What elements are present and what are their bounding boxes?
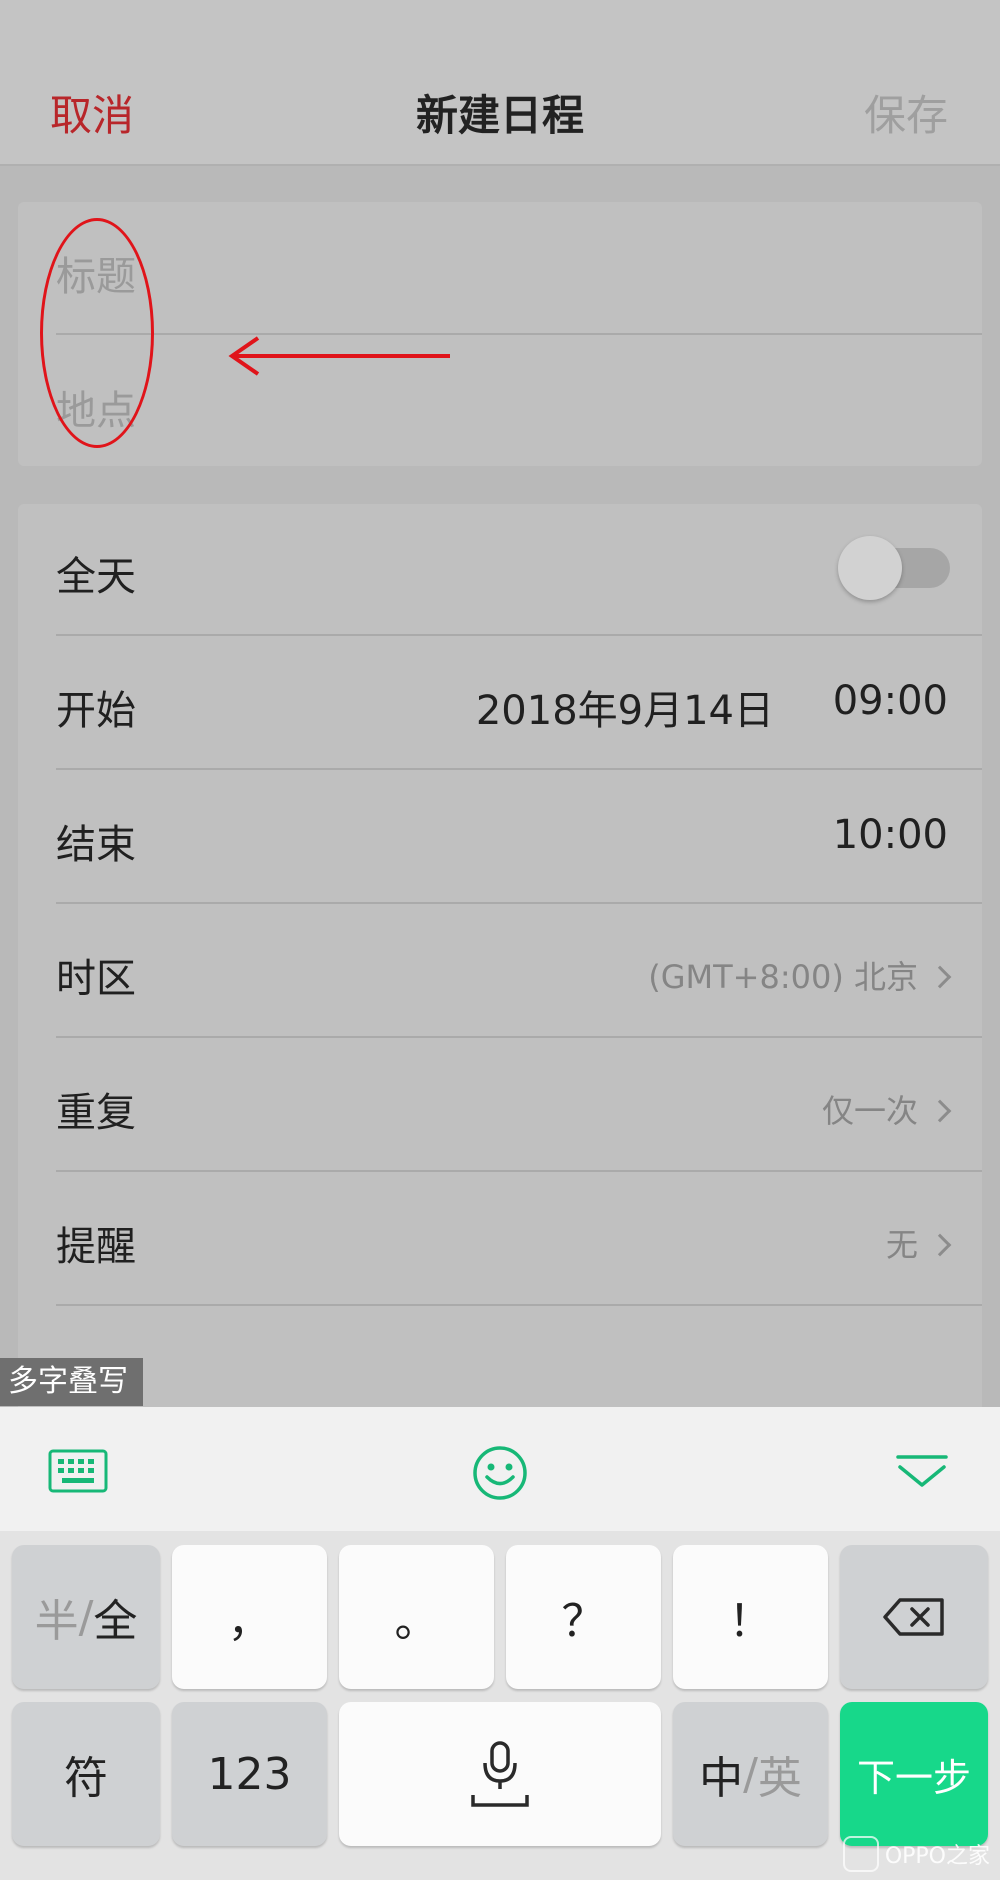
start-time[interactable]: 09:00 [833,678,948,724]
period-key[interactable]: 。 [339,1545,494,1689]
start-label: 开始 [56,688,136,734]
microphone-icon [471,1741,529,1807]
collapse-keyboard-icon[interactable] [894,1453,950,1489]
full-width-glyph: 全 [93,1596,138,1647]
end-time[interactable]: 10:00 [833,812,948,858]
timezone-row[interactable]: (GMT+8:00) 北京 [648,952,952,998]
start-date[interactable]: 2018年9月14日 [476,678,774,736]
save-button[interactable]: 保存 [864,82,948,143]
repeat-value: 仅一次 [821,1092,918,1130]
divider [56,1304,982,1306]
chevron-right-icon [928,1099,952,1123]
divider [56,1036,982,1038]
divider [56,1170,982,1172]
backspace-icon [883,1598,944,1636]
watermark: OPPO之家 [842,1836,990,1872]
backspace-key[interactable] [840,1545,988,1689]
next-step-key[interactable]: 下一步 [840,1702,988,1846]
emoji-icon[interactable] [472,1445,528,1501]
reminder-label: 提醒 [56,1224,136,1270]
divider [56,902,982,904]
exclaim-key[interactable]: ！ [673,1545,828,1689]
chevron-right-icon [928,965,952,989]
reminder-row[interactable]: 无 [885,1220,952,1266]
top-bar: 取消 新建日程 保存 [0,0,1000,166]
oppo-logo-icon [842,1836,879,1872]
half-full-width-key[interactable]: 半 / 全 [12,1545,160,1689]
half-width-glyph: 半 [34,1596,79,1647]
repeat-label: 重复 [56,1090,136,1136]
annotation-circle [40,218,154,448]
language-switch-key[interactable]: 中 / 英 [673,1702,828,1846]
reminder-value: 无 [885,1226,918,1264]
all-day-label: 全天 [56,554,136,600]
divider [56,634,982,636]
multi-char-overlay-label[interactable]: 多字叠写 [0,1358,143,1406]
end-label: 结束 [56,822,136,868]
chevron-right-icon [928,1233,952,1257]
comma-key[interactable]: ， [172,1545,327,1689]
timezone-label: 时区 [56,956,136,1002]
annotation-arrow-icon [228,336,450,376]
space-voice-key[interactable] [339,1702,661,1846]
chinese-glyph: 中 [699,1753,744,1804]
keyboard-icon[interactable] [48,1449,108,1493]
separator: / [743,1748,758,1800]
all-day-toggle-knob[interactable] [838,536,902,600]
separator: / [78,1591,94,1643]
divider [56,768,982,770]
question-key[interactable]: ？ [506,1545,661,1689]
divider [56,333,982,335]
watermark-text: OPPO之家 [884,1844,990,1869]
symbols-key[interactable]: 符 [12,1702,160,1846]
numbers-key[interactable]: 123 [172,1702,327,1846]
page-title: 新建日程 [415,91,584,140]
timezone-value: (GMT+8:00) 北京 [648,958,918,996]
repeat-row[interactable]: 仅一次 [821,1086,952,1132]
english-glyph: 英 [757,1753,802,1804]
keyboard-toolbar [0,1407,1000,1531]
